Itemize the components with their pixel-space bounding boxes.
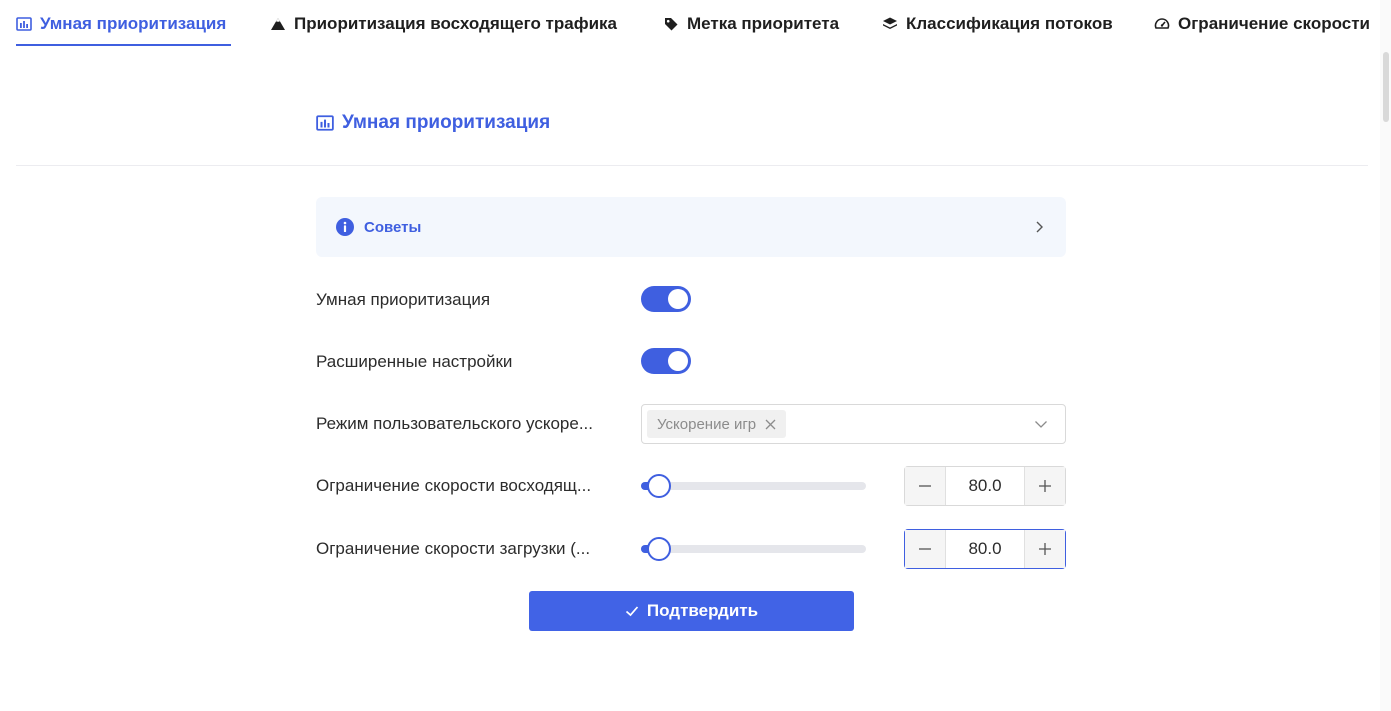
upload-limit-stepper (904, 466, 1066, 506)
tab-flow-classification[interactable]: Классификация потоков (882, 12, 1113, 36)
download-limit-input[interactable] (946, 530, 1024, 568)
tab-label: Приоритизация восходящего трафика (294, 14, 618, 33)
mountain-icon (270, 16, 286, 32)
tips-label: Советы (364, 218, 422, 236)
bar-chart-icon (316, 114, 334, 132)
decrement-button[interactable] (905, 530, 946, 568)
download-limit-slider[interactable] (641, 536, 866, 562)
bar-chart-icon (16, 16, 32, 32)
confirm-button-label: Подтвердить (646, 601, 759, 620)
download-limit-label: Ограничение скорости загрузки (... (316, 539, 591, 558)
plus-icon (1039, 480, 1051, 492)
close-icon[interactable] (764, 418, 776, 430)
toggle-knob (668, 351, 688, 371)
info-icon (336, 218, 354, 236)
slider-rail (641, 482, 866, 490)
section-title: Умная приоритизация (316, 112, 550, 134)
tab-label: Ограничение скорости (1178, 14, 1370, 33)
section-title-text: Умная приоритизация (342, 112, 551, 133)
download-limit-stepper (904, 529, 1066, 569)
tab-label: Метка приоритета (687, 14, 840, 33)
minus-icon (919, 548, 931, 550)
tab-upstream-priority[interactable]: Приоритизация восходящего трафика (270, 12, 617, 36)
advanced-settings-label: Расширенные настройки (316, 352, 513, 371)
scrollbar[interactable] (1380, 0, 1391, 711)
increment-button[interactable] (1024, 530, 1065, 568)
selected-tag-label: Ускорение игр (657, 415, 757, 433)
acceleration-mode-select[interactable]: Ускорение игр (641, 404, 1066, 444)
active-tab-indicator (16, 44, 231, 46)
speedometer-icon (1154, 16, 1170, 32)
acceleration-mode-label: Режим пользовательского ускоре... (316, 414, 593, 433)
slider-handle[interactable] (647, 537, 671, 561)
toggle-knob (668, 289, 688, 309)
upload-limit-label: Ограничение скорости восходящ... (316, 476, 592, 495)
increment-button[interactable] (1024, 467, 1065, 505)
tab-label: Классификация потоков (906, 14, 1113, 33)
tag-icon (663, 16, 679, 32)
layers-icon (882, 16, 898, 32)
chevron-down-icon (1034, 417, 1048, 431)
minus-icon (919, 485, 931, 487)
decrement-button[interactable] (905, 467, 946, 505)
slider-handle[interactable] (647, 474, 671, 498)
divider (16, 165, 1368, 166)
plus-icon (1039, 543, 1051, 555)
slider-rail (641, 545, 866, 553)
scrollbar-thumb[interactable] (1383, 52, 1389, 122)
upload-limit-slider[interactable] (641, 473, 866, 499)
tab-speed-limit[interactable]: Ограничение скорости (1154, 12, 1370, 36)
smart-priority-toggle[interactable] (641, 286, 691, 312)
tips-panel[interactable]: Советы (316, 197, 1066, 257)
selected-tag: Ускорение игр (647, 410, 787, 438)
tab-label: Умная приоритизация (40, 14, 227, 33)
confirm-button[interactable]: Подтвердить (529, 591, 854, 631)
tab-priority-tag[interactable]: Метка приоритета (663, 12, 839, 36)
check-icon (625, 604, 639, 618)
tab-bar: Умная приоритизация Приоритизация восход… (0, 0, 1380, 48)
upload-limit-input[interactable] (946, 467, 1024, 505)
advanced-settings-toggle[interactable] (641, 348, 691, 374)
tab-smart-priority[interactable]: Умная приоритизация (16, 12, 226, 36)
chevron-right-icon[interactable] (1032, 220, 1046, 234)
smart-priority-label: Умная приоритизация (316, 290, 491, 309)
